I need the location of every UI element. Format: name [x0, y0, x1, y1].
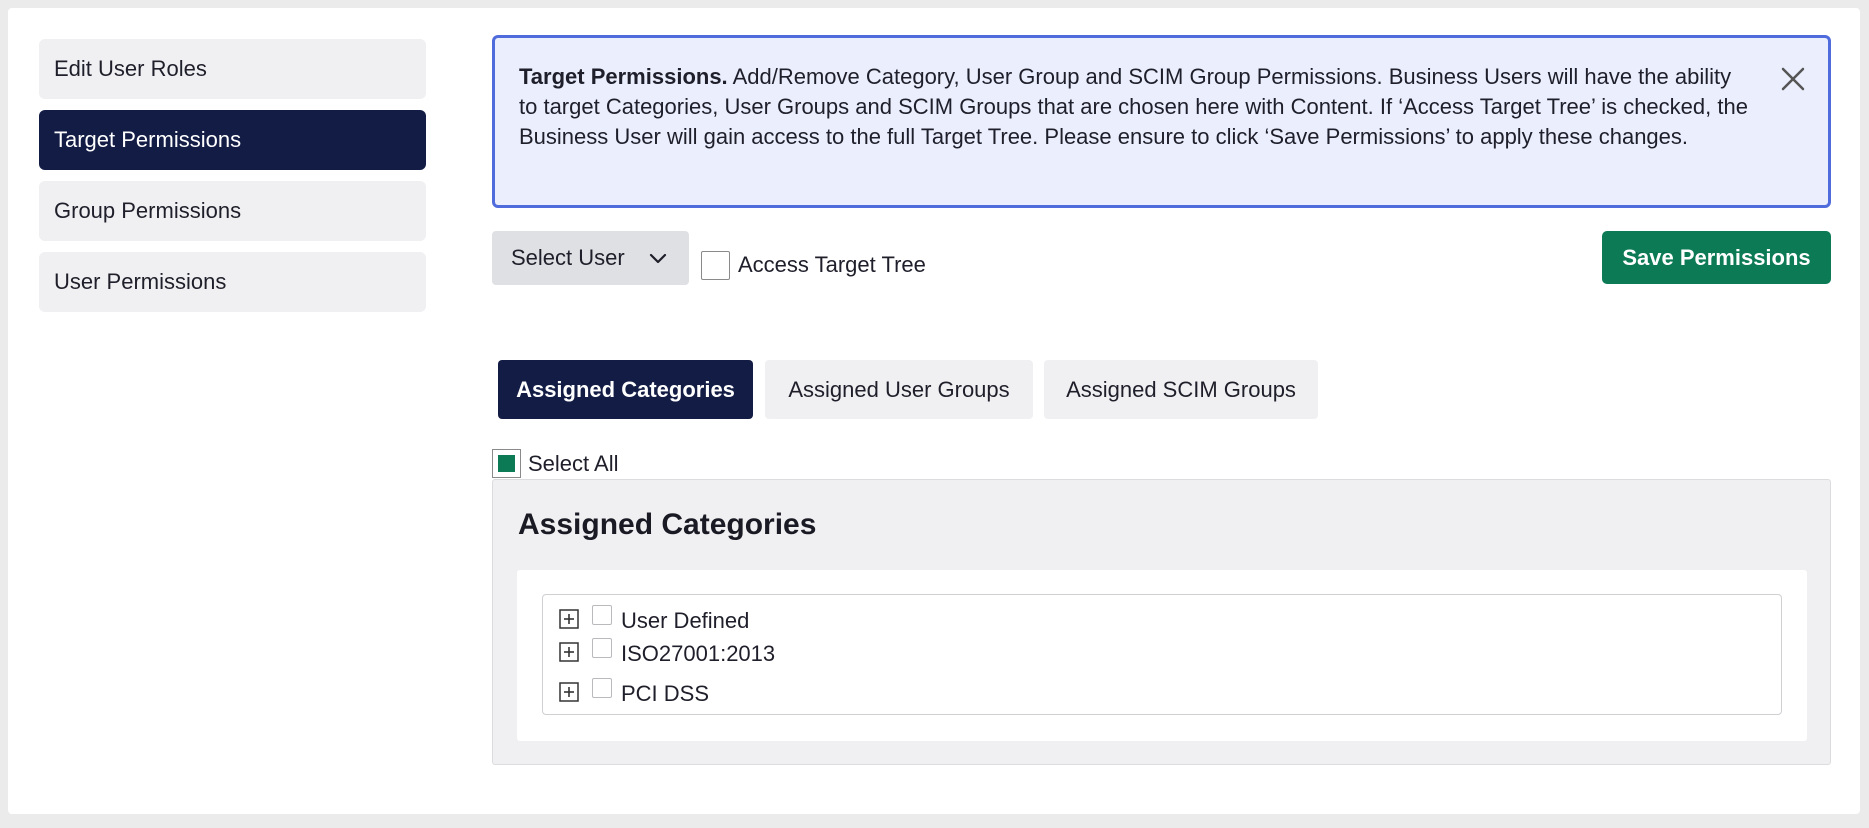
sidebar-item-label: Edit User Roles	[54, 56, 207, 81]
tab-label: Assigned Categories	[516, 376, 735, 402]
access-target-tree-label: Access Target Tree	[738, 252, 926, 277]
sidebar-item-group-permissions[interactable]: Group Permissions	[39, 181, 426, 241]
sidebar-item-label: Group Permissions	[54, 198, 242, 223]
access-target-tree-checkbox[interactable]	[701, 251, 730, 280]
tab-label: Assigned SCIM Groups	[1066, 376, 1296, 402]
tree-node-checkbox[interactable]	[592, 605, 612, 625]
tree-node-pci-dss: PCI DSS	[543, 676, 1781, 706]
sidebar-item-label: User Permissions	[54, 269, 227, 294]
select-all-checkbox[interactable]	[492, 449, 521, 478]
tree-container: User Defined ISO27001:2013 PCI DSS	[517, 570, 1807, 741]
close-icon[interactable]	[1778, 64, 1808, 94]
banner-title: Target Permissions.	[519, 64, 728, 89]
banner-text: Target Permissions. Add/Remove Category,…	[519, 62, 1748, 152]
panel-title: Assigned Categories	[518, 508, 817, 541]
tree-node-iso27001: ISO27001:2013	[543, 636, 1781, 666]
tree-node-label: User Defined	[621, 608, 750, 633]
chevron-down-icon	[647, 247, 669, 269]
checkbox-fill	[498, 455, 515, 472]
save-permissions-label: Save Permissions	[1622, 244, 1811, 270]
sidebar-item-label: Target Permissions	[54, 127, 242, 152]
sidebar-item-user-permissions[interactable]: User Permissions	[39, 252, 426, 312]
tab-assigned-scim-groups[interactable]: Assigned SCIM Groups	[1044, 360, 1318, 419]
save-permissions-button[interactable]: Save Permissions	[1602, 231, 1831, 284]
select-user-dropdown[interactable]: Select User	[492, 231, 689, 285]
sidebar: Edit User Roles Target Permissions Group…	[39, 39, 426, 323]
tree-node-label: ISO27001:2013	[621, 641, 776, 666]
tab-label: Assigned User Groups	[788, 376, 1010, 402]
category-tree: User Defined ISO27001:2013 PCI DSS	[542, 594, 1782, 715]
info-banner: Target Permissions. Add/Remove Category,…	[492, 35, 1831, 208]
sidebar-item-target-permissions[interactable]: Target Permissions	[39, 110, 426, 170]
tree-node-user-defined: User Defined	[543, 603, 1781, 633]
select-all-label: Select All	[528, 451, 619, 476]
assigned-categories-panel: Assigned Categories User Defined ISO2700…	[492, 479, 1831, 765]
tree-node-checkbox[interactable]	[592, 678, 612, 698]
tab-assigned-user-groups[interactable]: Assigned User Groups	[765, 360, 1033, 419]
expand-plus-icon[interactable]	[559, 609, 579, 629]
sidebar-item-edit-user-roles[interactable]: Edit User Roles	[39, 39, 426, 99]
tree-node-checkbox[interactable]	[592, 638, 612, 658]
tab-assigned-categories[interactable]: Assigned Categories	[498, 360, 753, 419]
expand-plus-icon[interactable]	[559, 682, 579, 702]
tree-node-label: PCI DSS	[621, 681, 710, 706]
select-user-label: Select User	[511, 245, 625, 270]
expand-plus-icon[interactable]	[559, 642, 579, 662]
